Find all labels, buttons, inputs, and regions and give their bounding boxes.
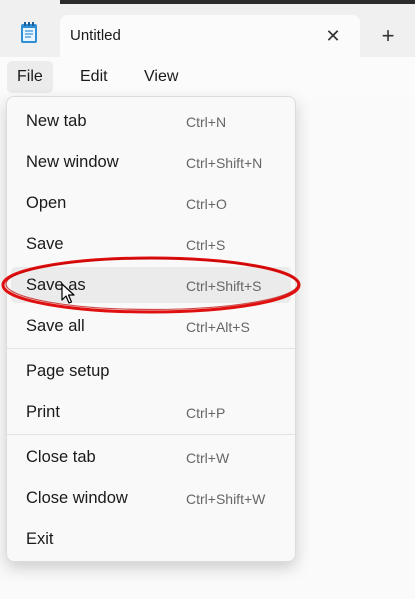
menu-item-shortcut: Ctrl+O	[186, 196, 227, 212]
menu-item-save-as[interactable]: Save as Ctrl+Shift+S	[11, 267, 291, 303]
menu-item-label: Save	[26, 235, 64, 253]
menu-item-label: Open	[26, 194, 67, 212]
tab-title: Untitled	[70, 27, 121, 44]
menu-item-label: Close window	[26, 489, 128, 507]
menu-item-label: Print	[26, 403, 60, 421]
notepad-app-icon	[14, 18, 44, 48]
menu-item-label: Close tab	[26, 448, 96, 466]
menu-item-print[interactable]: Print Ctrl+P	[11, 394, 291, 430]
menu-item-label: Exit	[26, 530, 54, 548]
menu-item-close-window[interactable]: Close window Ctrl+Shift+W	[11, 480, 291, 516]
menu-file[interactable]: File	[7, 61, 53, 93]
menu-item-new-window[interactable]: New window Ctrl+Shift+N	[11, 144, 291, 180]
menu-separator	[7, 434, 295, 435]
close-icon[interactable]: ✕	[322, 25, 344, 47]
menu-separator	[7, 348, 295, 349]
menu-item-close-tab[interactable]: Close tab Ctrl+W	[11, 439, 291, 475]
document-tab[interactable]: Untitled ✕	[60, 15, 360, 57]
menu-item-new-tab[interactable]: New tab Ctrl+N	[11, 103, 291, 139]
plus-icon[interactable]: +	[373, 22, 403, 50]
menu-item-open[interactable]: Open Ctrl+O	[11, 185, 291, 221]
menu-item-save-all[interactable]: Save all Ctrl+Alt+S	[11, 308, 291, 344]
menu-item-shortcut: Ctrl+Shift+S	[186, 278, 262, 294]
menu-item-shortcut: Ctrl+Alt+S	[186, 319, 250, 335]
menu-view[interactable]: View	[134, 61, 188, 93]
menu-edit[interactable]: Edit	[70, 61, 118, 93]
menu-item-page-setup[interactable]: Page setup	[11, 353, 291, 389]
file-menu-dropdown: New tab Ctrl+N New window Ctrl+Shift+N O…	[6, 96, 296, 562]
menu-item-shortcut: Ctrl+P	[186, 405, 226, 421]
menu-item-save[interactable]: Save Ctrl+S	[11, 226, 291, 262]
menu-item-exit[interactable]: Exit	[11, 521, 291, 557]
menu-item-shortcut: Ctrl+Shift+N	[186, 155, 263, 171]
window-top-edge	[60, 0, 415, 4]
menu-item-label: Page setup	[26, 362, 110, 380]
menu-item-shortcut: Ctrl+W	[186, 450, 230, 466]
menu-item-shortcut: Ctrl+Shift+W	[186, 491, 266, 507]
menu-bar: File Edit View	[0, 57, 415, 97]
menu-item-label: New window	[26, 153, 119, 171]
menu-item-shortcut: Ctrl+N	[186, 114, 227, 130]
menu-item-label: New tab	[26, 112, 87, 130]
menu-item-label: Save all	[26, 317, 85, 335]
menu-item-shortcut: Ctrl+S	[186, 237, 226, 253]
mouse-pointer-icon	[61, 283, 75, 304]
title-bar: Untitled ✕ +	[0, 0, 415, 57]
